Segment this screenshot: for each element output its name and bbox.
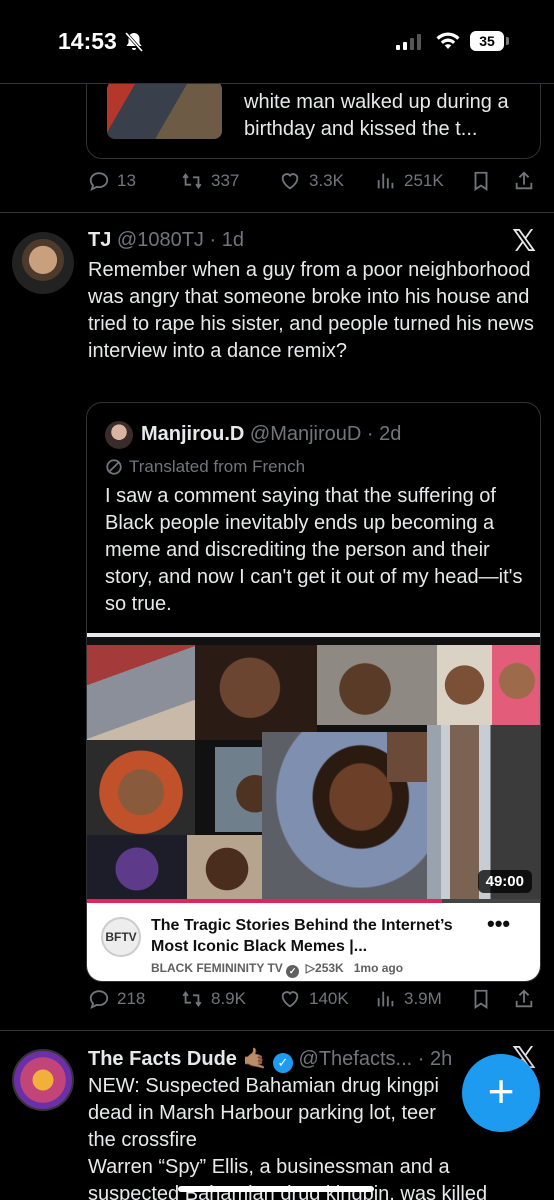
meme-tile: [317, 645, 437, 725]
share-button[interactable]: [513, 988, 535, 1010]
more-options-icon[interactable]: •••: [487, 911, 510, 937]
bell-muted-icon: [124, 32, 144, 52]
heart-icon: [281, 173, 299, 190]
post-time: · 2h: [417, 1048, 453, 1070]
video-thumbnail[interactable]: 49:00: [87, 633, 540, 903]
quoted-author-handle: @ManjirouD: [249, 423, 362, 445]
post-text: Remember when a guy from a poor neighbor…: [88, 259, 534, 362]
like-button[interactable]: 3.3K: [278, 170, 344, 192]
author-name[interactable]: The Facts Dude: [88, 1048, 237, 1070]
quoted-header: Manjirou.D @ManjirouD · 2d: [141, 423, 401, 446]
meme-tile: [195, 645, 317, 740]
author-name[interactable]: TJ: [88, 229, 111, 251]
meme-tile: [387, 732, 427, 782]
translate-icon: [106, 459, 122, 475]
repost-icon: [182, 173, 202, 189]
meme-tile: [187, 835, 267, 903]
verified-check-icon: ✓: [286, 965, 300, 978]
bookmark-button[interactable]: [471, 988, 491, 1010]
cellular-signal-icon: [396, 34, 421, 50]
views-chart-icon: [377, 173, 394, 189]
video-title[interactable]: The Tragic Stories Behind the Internet’s…: [151, 915, 491, 957]
video-views: 253K: [315, 961, 344, 975]
video-duration: 49:00: [477, 870, 532, 893]
views-chart-icon: [377, 991, 394, 1007]
verified-badge-icon: ✓: [272, 1053, 293, 1073]
avatar[interactable]: [12, 1049, 74, 1111]
meme-tile: [87, 740, 195, 835]
repost-count: 8.9K: [211, 989, 246, 1008]
author-emoji: 🤙🏽: [242, 1048, 268, 1070]
channel-logo: BFTV: [101, 917, 141, 957]
compose-button[interactable]: +: [462, 1054, 540, 1132]
translated-label[interactable]: Translated from French: [105, 457, 305, 477]
like-count: 140K: [309, 989, 349, 1008]
battery-tip: [506, 37, 509, 45]
post-divider: [0, 1030, 554, 1031]
translated-text: Translated from French: [129, 457, 306, 476]
author-handle[interactable]: @Thefacts...: [299, 1048, 413, 1070]
quoted-author-name: Manjirou.D: [141, 423, 245, 445]
repost-button[interactable]: 337: [180, 170, 239, 192]
video-meta: BLACK FEMININITY TV ✓ ▷253K 1mo ago: [151, 961, 403, 978]
reply-count: 13: [117, 171, 136, 190]
views-count: 3.9M: [404, 989, 442, 1008]
quoted-post-time: · 2d: [366, 423, 402, 445]
prev-post-preview-text: white man walked up during a birthday an…: [244, 91, 509, 140]
reply-button[interactable]: 13: [88, 170, 136, 192]
meme-tile: [87, 645, 195, 740]
video-age: 1mo ago: [353, 961, 404, 975]
video-info-row[interactable]: BFTV The Tragic Stories Behind the Inter…: [87, 903, 540, 981]
status-bar: 14:53 35: [0, 0, 554, 84]
post-header: The Facts Dude 🤙🏽 ✓ @Thefacts... · 2h: [88, 1046, 452, 1073]
bookmark-icon: [474, 171, 488, 191]
post-time: · 1d: [209, 229, 244, 251]
post-text-line: Warren “Spy” Ellis, a businessman and a: [88, 1156, 450, 1178]
prev-post-thumbnail: [107, 81, 222, 139]
reply-icon: [89, 990, 109, 1010]
repost-icon: [182, 991, 202, 1007]
share-icon: [515, 171, 533, 190]
heart-icon: [281, 991, 299, 1008]
author-handle[interactable]: @1080TJ: [117, 229, 204, 251]
like-count: 3.3K: [309, 171, 344, 190]
repost-count: 337: [211, 171, 240, 190]
quoted-post-card[interactable]: Manjirou.D @ManjirouD · 2d Translated fr…: [86, 402, 541, 982]
reply-count: 218: [117, 989, 146, 1008]
post-header: TJ @1080TJ · 1d: [88, 229, 244, 252]
meme-tile: [87, 835, 187, 903]
channel-name: BLACK FEMININITY TV: [151, 961, 283, 975]
avatar[interactable]: [12, 232, 74, 294]
meme-tile: [492, 645, 540, 725]
share-button[interactable]: [513, 170, 535, 192]
status-time: 14:53: [58, 28, 117, 54]
prev-post-actions: 13 337 3.3K 251K: [88, 170, 538, 196]
post-divider: [0, 212, 554, 213]
like-button[interactable]: 140K: [278, 988, 349, 1010]
bookmark-button[interactable]: [471, 170, 491, 192]
reply-icon: [89, 172, 109, 192]
views-button[interactable]: 3.9M: [375, 988, 442, 1010]
play-icon: ▷: [305, 961, 316, 975]
home-indicator[interactable]: [178, 1186, 374, 1192]
quoted-avatar: [105, 421, 133, 449]
post-actions: 218 8.9K 140K 3.9M: [88, 988, 538, 1014]
meme-tile: [437, 645, 492, 725]
repost-button[interactable]: 8.9K: [180, 988, 246, 1010]
x-logo-icon: 𝕏: [512, 224, 537, 259]
views-button[interactable]: 251K: [375, 170, 444, 192]
reply-button[interactable]: 218: [88, 988, 145, 1010]
quoted-text: I saw a comment saying that the sufferin…: [105, 485, 523, 615]
share-icon: [515, 989, 533, 1008]
post-text-line: the crossfire: [88, 1129, 197, 1151]
battery-indicator: 35: [470, 31, 504, 51]
bookmark-icon: [474, 989, 488, 1009]
wifi-icon: [436, 32, 460, 49]
views-count: 251K: [404, 171, 444, 190]
